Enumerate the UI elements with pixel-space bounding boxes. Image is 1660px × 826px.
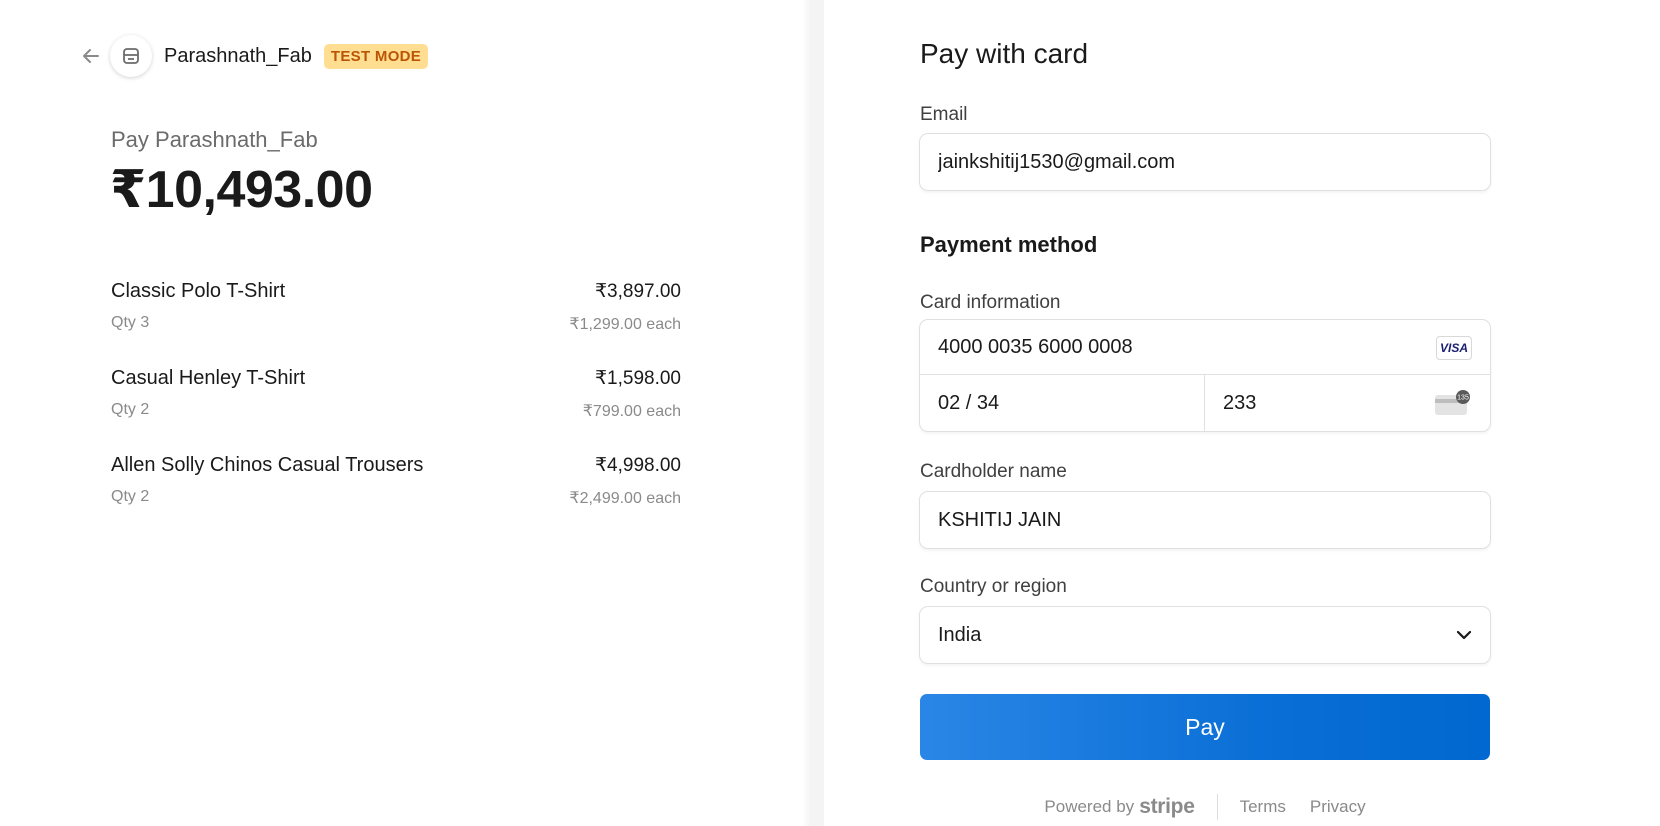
cvc-badge-text: 135 — [1457, 395, 1469, 402]
item-unit-price: ₹2,499.00 each — [569, 490, 681, 507]
cardholder-field-wrapper — [920, 492, 1490, 548]
order-summary-panel: Parashnath_Fab TEST MODE Pay Parashnath_… — [0, 0, 802, 826]
card-info-label: Card information — [920, 292, 1061, 313]
footer: Powered by stripe Terms Privacy — [920, 794, 1490, 820]
pay-to-label: Pay Parashnath_Fab — [111, 127, 318, 152]
cvc-card-icon: 135 — [1435, 390, 1470, 415]
expiry-input[interactable] — [938, 375, 1138, 431]
chevron-down-icon — [1456, 630, 1472, 640]
merchant-header: Parashnath_Fab TEST MODE — [78, 35, 429, 77]
pay-button[interactable]: Pay — [920, 694, 1490, 760]
item-qty: Qty 2 — [111, 488, 150, 505]
item-name: Allen Solly Chinos Casual Trousers — [111, 454, 424, 476]
country-value: India — [938, 624, 982, 646]
card-number-row: VISA — [920, 320, 1490, 375]
item-qty: Qty 2 — [111, 401, 150, 418]
form-title: Pay with card — [920, 38, 1089, 69]
line-item: Casual Henley T-Shirt Qty 2 ₹1,598.00 ₹7… — [111, 367, 681, 454]
cardholder-label: Cardholder name — [920, 461, 1067, 482]
cvc-input[interactable] — [1223, 375, 1423, 431]
panel-divider — [802, 0, 824, 826]
item-unit-price: ₹1,299.00 each — [569, 316, 681, 333]
line-items-list: Classic Polo T-Shirt Qty 3 ₹3,897.00 ₹1,… — [111, 280, 681, 541]
country-label: Country or region — [920, 576, 1067, 597]
item-name: Casual Henley T-Shirt — [111, 367, 306, 389]
test-mode-badge: TEST MODE — [323, 43, 429, 69]
visa-icon: VISA — [1436, 336, 1472, 360]
email-field-wrapper — [920, 134, 1490, 190]
card-info-group: VISA 135 — [920, 320, 1490, 431]
item-total: ₹3,897.00 — [594, 281, 681, 302]
merchant-name: Parashnath_Fab — [164, 44, 312, 67]
item-unit-price: ₹799.00 each — [582, 403, 681, 420]
terms-link[interactable]: Terms — [1240, 797, 1286, 817]
line-item: Classic Polo T-Shirt Qty 3 ₹3,897.00 ₹1,… — [111, 280, 681, 367]
store-icon — [110, 35, 152, 77]
footer-divider — [1216, 794, 1218, 820]
item-qty: Qty 3 — [111, 314, 150, 331]
card-number-input[interactable] — [938, 320, 1388, 375]
line-item: Allen Solly Chinos Casual Trousers Qty 2… — [111, 454, 681, 541]
payment-panel: Pay with card Email Payment method Card … — [824, 0, 1660, 826]
expiry-row — [920, 375, 1205, 431]
stripe-logo[interactable]: stripe — [1139, 795, 1195, 819]
total-amount: ₹10,493.00 — [110, 161, 373, 219]
powered-by-text: Powered by — [1044, 797, 1135, 816]
email-label: Email — [920, 104, 968, 125]
cardholder-name-field[interactable] — [938, 492, 1418, 548]
cvc-row: 135 — [1205, 375, 1490, 431]
item-total: ₹1,598.00 — [594, 368, 681, 389]
country-select[interactable]: India — [920, 607, 1490, 663]
payment-method-title: Payment method — [920, 232, 1098, 257]
email-field[interactable] — [938, 134, 1418, 190]
item-name: Classic Polo T-Shirt — [111, 280, 286, 302]
back-arrow-icon[interactable] — [78, 43, 104, 69]
item-total: ₹4,998.00 — [594, 455, 681, 476]
privacy-link[interactable]: Privacy — [1310, 797, 1366, 817]
